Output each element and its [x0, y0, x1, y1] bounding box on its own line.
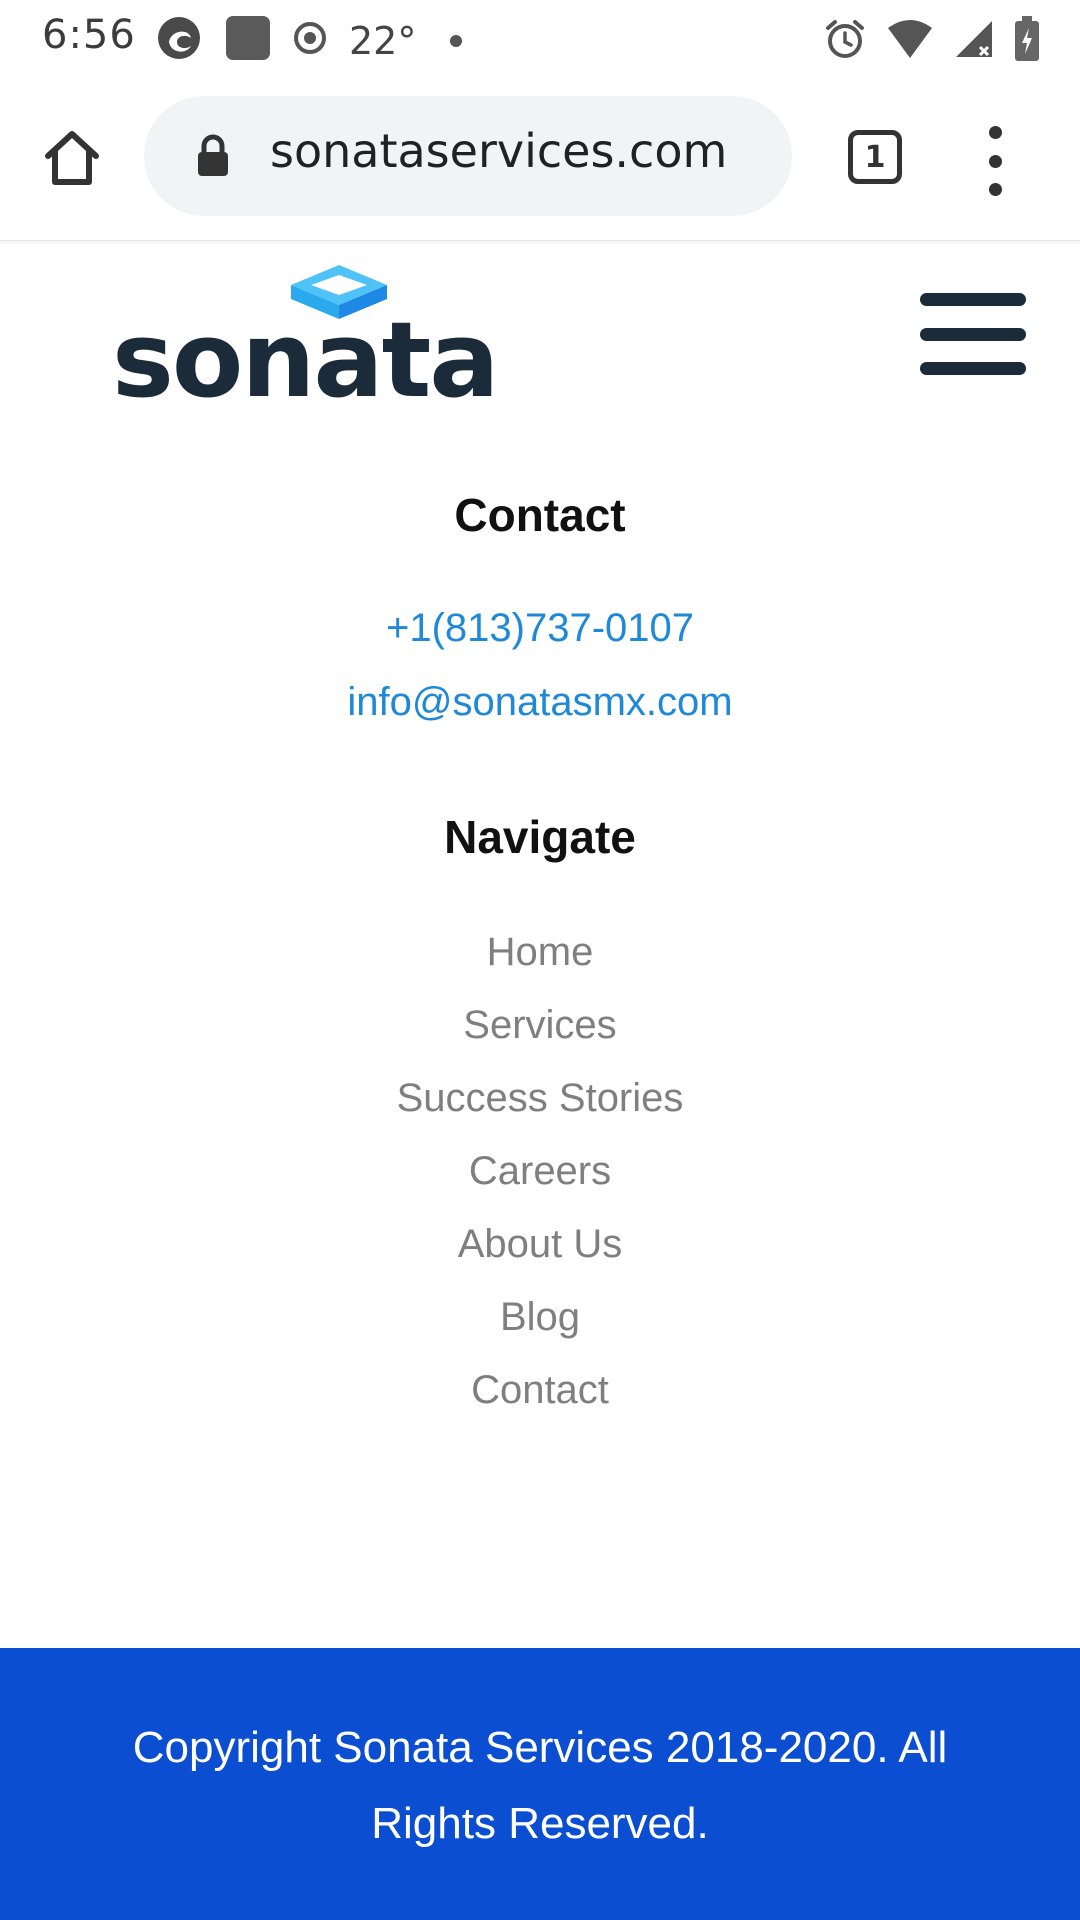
- hamburger-bar-icon: [920, 293, 1026, 306]
- site-header: sonata: [0, 241, 1080, 421]
- wifi-icon: [886, 18, 934, 65]
- url-text[interactable]: sonataservices.com: [270, 124, 727, 178]
- menu-dot-icon: [988, 183, 1002, 196]
- footer-nav-list: Home Services Success Stories Careers Ab…: [0, 922, 1080, 1433]
- hamburger-bar-icon: [920, 362, 1026, 375]
- logo-wordmark: sonata: [112, 299, 499, 421]
- copyright-line-1: Copyright Sonata Services 2018-2020. All: [132, 1723, 948, 1772]
- status-left-icons: 22°: [155, 14, 463, 67]
- home-icon: [43, 130, 101, 191]
- status-bar: 6:56 22°: [0, 0, 1080, 74]
- app-square-icon: [225, 15, 271, 66]
- battery-charging-icon: [1014, 16, 1040, 67]
- status-temperature: 22°: [349, 18, 417, 63]
- nav-link-contact[interactable]: Contact: [0, 1360, 1080, 1433]
- home-button[interactable]: [36, 124, 108, 196]
- copyright-text: Copyright Sonata Services 2018-2020. All…: [70, 1710, 1010, 1862]
- record-icon: [293, 21, 327, 60]
- url-bar[interactable]: sonataservices.com: [144, 96, 792, 216]
- browser-toolbar: sonataservices.com 1: [0, 74, 1080, 241]
- copyright-line-2: Rights Reserved.: [371, 1799, 709, 1848]
- menu-dot-icon: [988, 126, 1002, 139]
- phone-link[interactable]: +1(813)737-0107: [0, 606, 1080, 651]
- contact-heading: Contact: [454, 489, 626, 541]
- tab-switcher-button[interactable]: 1: [848, 130, 902, 184]
- nav-link-careers[interactable]: Careers: [0, 1141, 1080, 1214]
- edge-browser-icon: [155, 14, 203, 67]
- nav-link-about-us[interactable]: About Us: [0, 1214, 1080, 1287]
- alarm-icon: [824, 18, 866, 65]
- copyright-footer: Copyright Sonata Services 2018-2020. All…: [0, 1648, 1080, 1920]
- sonata-logo[interactable]: sonata: [112, 263, 499, 421]
- menu-dot-icon: [988, 154, 1002, 168]
- browser-menu-button[interactable]: [980, 126, 1010, 196]
- email-link[interactable]: info@sonatasmx.com: [0, 680, 1080, 725]
- navigate-heading: Navigate: [444, 811, 636, 863]
- lock-icon: [196, 134, 230, 183]
- hamburger-bar-icon: [920, 327, 1026, 341]
- cell-signal-icon: [954, 19, 994, 64]
- hamburger-menu-button[interactable]: [920, 293, 1026, 375]
- nav-link-home[interactable]: Home: [0, 922, 1080, 995]
- nav-link-success-stories[interactable]: Success Stories: [0, 1068, 1080, 1141]
- nav-link-services[interactable]: Services: [0, 995, 1080, 1068]
- nav-link-blog[interactable]: Blog: [0, 1287, 1080, 1360]
- status-time: 6:56: [42, 12, 136, 58]
- notification-dot-icon: [450, 34, 463, 47]
- status-right-icons: [824, 16, 1040, 67]
